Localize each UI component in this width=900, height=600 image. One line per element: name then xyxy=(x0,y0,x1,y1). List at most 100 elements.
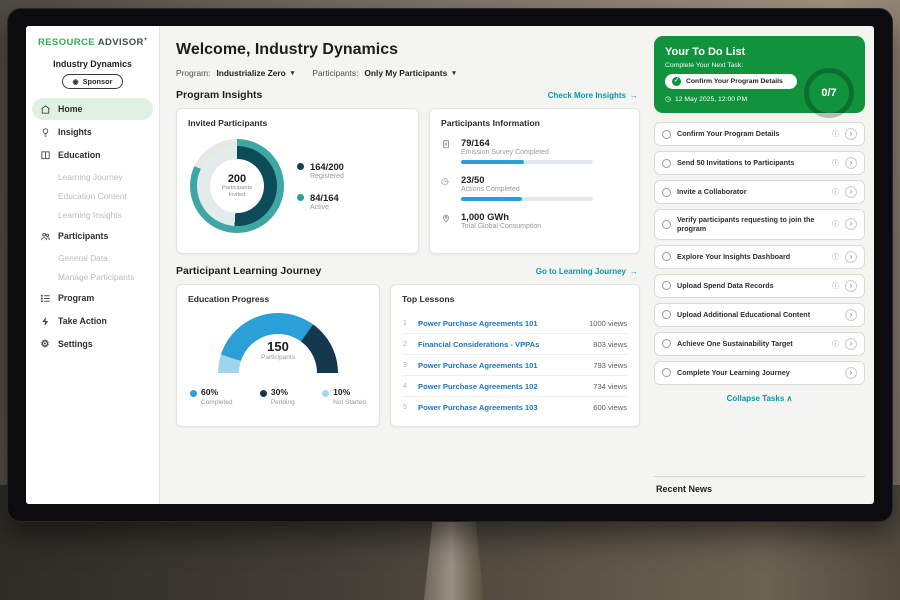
info-icon: ⓘ xyxy=(832,339,839,349)
chevron-down-icon: ▾ xyxy=(291,69,295,77)
task-row[interactable]: Upload Additional Educational Content › xyxy=(654,303,865,327)
lesson-row: 3 Power Purchase Agreements 101 793 view… xyxy=(402,355,628,376)
chevron-right-icon[interactable]: › xyxy=(845,157,857,169)
sponsor-badge-label: Sponsor xyxy=(83,77,113,86)
lesson-row: 4 Power Purchase Agreements 102 734 view… xyxy=(402,376,628,397)
lesson-link[interactable]: Financial Considerations - VPPAs xyxy=(418,340,586,349)
program-filter-label: Program: xyxy=(176,68,210,78)
sidebar-item-learning-insights[interactable]: Learning Insights xyxy=(32,205,153,224)
chevron-right-icon[interactable]: › xyxy=(845,367,857,379)
legend-item-pending: 30% Pending xyxy=(260,387,295,406)
sidebar-item-education-content[interactable]: Education Content xyxy=(32,186,153,205)
task-checkbox[interactable] xyxy=(662,281,671,290)
sidebar-item-home[interactable]: Home xyxy=(32,98,153,120)
todo-summary-card: Your To Do List Complete Your Next Task:… xyxy=(654,36,865,113)
program-insights-header: Program Insights Check More Insights → xyxy=(176,89,638,101)
sidebar-item-label: Participants xyxy=(58,231,108,241)
info-icon: ⓘ xyxy=(832,158,839,168)
recent-news-header: Recent News xyxy=(654,476,865,496)
sidebar-item-participants[interactable]: Participants xyxy=(32,225,153,247)
info-icon: ⓘ xyxy=(832,219,839,229)
monitor-stand xyxy=(424,521,484,600)
next-task-pill[interactable]: ✓ Confirm Your Program Details xyxy=(665,74,797,89)
arrow-right-icon: → xyxy=(630,91,638,100)
task-checkbox[interactable] xyxy=(662,188,671,197)
legend-dot xyxy=(297,163,304,170)
participants-select[interactable]: Only My Participants ▾ xyxy=(364,68,455,78)
sidebar-item-label: Take Action xyxy=(58,316,107,326)
emission-survey-row: 79/164 Emission Survey Completed xyxy=(441,137,628,164)
education-progress-card: Education Progress 150 Participants xyxy=(176,284,380,427)
sidebar-item-program[interactable]: Program xyxy=(32,287,153,309)
check-more-insights-link[interactable]: Check More Insights → xyxy=(548,91,638,100)
lesson-row: 1 Power Purchase Agreements 101 1000 vie… xyxy=(402,313,628,334)
info-icon: ⓘ xyxy=(832,129,839,139)
invited-donut-chart: 200 Participants Invited xyxy=(190,139,284,233)
lesson-link[interactable]: Power Purchase Agreements 101 xyxy=(418,319,582,328)
legend-dot xyxy=(190,390,197,397)
sidebar-item-manage-participants[interactable]: Manage Participants xyxy=(32,267,153,286)
task-row[interactable]: Verify participants requesting to join t… xyxy=(654,209,865,240)
task-checkbox[interactable] xyxy=(662,130,671,139)
donut-center: 200 Participants Invited xyxy=(210,159,264,213)
task-checkbox[interactable] xyxy=(662,220,671,229)
task-row[interactable]: Invite a Collaborator ⓘ › xyxy=(654,180,865,204)
sidebar-item-settings[interactable]: ⚙ Settings xyxy=(32,333,153,355)
info-icon: ⓘ xyxy=(832,281,839,291)
sidebar-item-education[interactable]: Education xyxy=(32,144,153,166)
lightbulb-icon xyxy=(39,126,51,138)
section-title: Program Insights xyxy=(176,89,262,101)
home-icon xyxy=(39,103,51,115)
top-lessons-card: Top Lessons 1 Power Purchase Agreements … xyxy=(390,284,640,427)
task-checkbox[interactable] xyxy=(662,368,671,377)
legend-item-registered: 164/200 Registered xyxy=(297,161,344,180)
todo-title: Your To Do List xyxy=(665,46,854,58)
task-row[interactable]: Explore Your Insights Dashboard ⓘ › xyxy=(654,245,865,269)
task-row[interactable]: Complete Your Learning Journey › xyxy=(654,361,865,385)
progress-bar xyxy=(461,197,593,201)
chevron-right-icon[interactable]: › xyxy=(845,251,857,263)
chevron-right-icon[interactable]: › xyxy=(845,186,857,198)
filter-bar: Program: Industrialize Zero ▾ Participan… xyxy=(176,68,640,78)
chevron-right-icon[interactable]: › xyxy=(845,338,857,350)
photo-background: RESOURCE ADVISOR+ Industry Dynamics ◉ Sp… xyxy=(0,0,900,600)
chevron-right-icon[interactable]: › xyxy=(845,309,857,321)
clipboard-icon xyxy=(441,137,453,164)
lesson-link[interactable]: Power Purchase Agreements 101 xyxy=(418,361,586,370)
sidebar-item-take-action[interactable]: Take Action xyxy=(32,310,153,332)
learning-journey-header: Participant Learning Journey Go to Learn… xyxy=(176,265,638,277)
sponsor-badge[interactable]: ◉ Sponsor xyxy=(62,74,122,89)
task-row[interactable]: Achieve One Sustainability Target ⓘ › xyxy=(654,332,865,356)
program-select[interactable]: Industrialize Zero ▾ xyxy=(216,68,294,78)
lesson-link[interactable]: Power Purchase Agreements 103 xyxy=(418,403,586,412)
todo-column: Your To Do List Complete Your Next Task:… xyxy=(652,26,874,504)
task-row[interactable]: Confirm Your Program Details ⓘ › xyxy=(654,122,865,146)
task-row[interactable]: Send 50 Invitations to Participants ⓘ › xyxy=(654,151,865,175)
sidebar-item-label: Program xyxy=(58,293,94,303)
chevron-right-icon[interactable]: › xyxy=(845,280,857,292)
task-checkbox[interactable] xyxy=(662,159,671,168)
task-checkbox[interactable] xyxy=(662,339,671,348)
sidebar-item-learning-journey[interactable]: Learning Journey xyxy=(32,167,153,186)
sidebar-item-label: Home xyxy=(58,104,82,114)
lesson-link[interactable]: Power Purchase Agreements 102 xyxy=(418,382,586,391)
task-checkbox[interactable] xyxy=(662,310,671,319)
card-title: Education Progress xyxy=(188,294,368,304)
org-name: Industry Dynamics xyxy=(30,59,155,69)
clock-icon: ◷ xyxy=(441,174,453,201)
chevron-right-icon[interactable]: › xyxy=(845,218,857,230)
info-icon: ⓘ xyxy=(832,252,839,262)
progress-bar xyxy=(461,160,593,164)
collapse-tasks-link[interactable]: Collapse Tasks ∧ xyxy=(654,394,865,403)
app-window: RESOURCE ADVISOR+ Industry Dynamics ◉ Sp… xyxy=(26,26,874,504)
legend-dot xyxy=(322,390,329,397)
section-title: Participant Learning Journey xyxy=(176,265,321,277)
go-to-learning-journey-link[interactable]: Go to Learning Journey → xyxy=(536,267,638,276)
location-pin-icon xyxy=(441,211,453,234)
sidebar-item-label: Insights xyxy=(58,127,92,137)
sidebar-item-insights[interactable]: Insights xyxy=(32,121,153,143)
task-row[interactable]: Upload Spend Data Records ⓘ › xyxy=(654,274,865,298)
sidebar-item-general-data[interactable]: General Data xyxy=(32,248,153,267)
chevron-right-icon[interactable]: › xyxy=(845,128,857,140)
task-checkbox[interactable] xyxy=(662,252,671,261)
